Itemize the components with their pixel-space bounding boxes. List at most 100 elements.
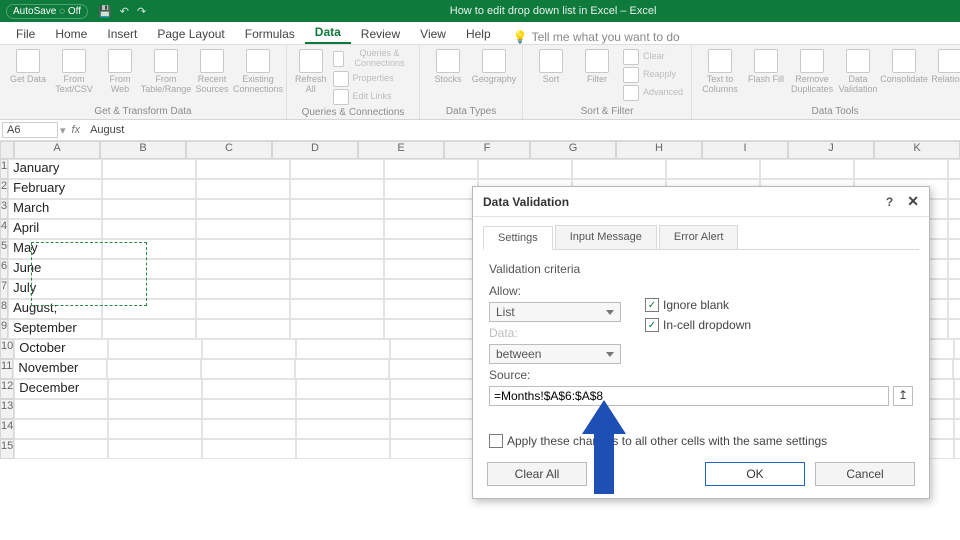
cell[interactable]: [196, 259, 290, 279]
row-header[interactable]: 10: [0, 339, 14, 359]
row-header[interactable]: 1: [0, 159, 8, 179]
cell[interactable]: October: [14, 339, 108, 359]
ignore-blank-checkbox[interactable]: ✓Ignore blank: [645, 298, 751, 312]
cell[interactable]: April: [8, 219, 102, 239]
in-cell-dropdown-checkbox[interactable]: ✓In-cell dropdown: [645, 318, 751, 332]
cell[interactable]: [384, 279, 478, 299]
cell[interactable]: [948, 299, 960, 319]
cell[interactable]: July: [8, 279, 102, 299]
cell[interactable]: [295, 359, 389, 379]
cell[interactable]: [384, 219, 478, 239]
advanced-filter-button[interactable]: Advanced: [623, 85, 683, 101]
tab-file[interactable]: File: [6, 24, 45, 44]
cell[interactable]: [296, 419, 390, 439]
cell[interactable]: [954, 339, 960, 359]
cell[interactable]: [384, 259, 478, 279]
cell[interactable]: [202, 379, 296, 399]
cell[interactable]: [384, 239, 478, 259]
cell[interactable]: [202, 339, 296, 359]
cell[interactable]: [202, 439, 296, 459]
row-header[interactable]: 8: [0, 299, 8, 319]
cell[interactable]: [108, 379, 202, 399]
cell[interactable]: [948, 159, 960, 179]
sort-button[interactable]: Sort: [531, 49, 571, 85]
cell[interactable]: [14, 439, 108, 459]
filter-button[interactable]: Filter: [577, 49, 617, 85]
cell[interactable]: [390, 379, 484, 399]
row-header[interactable]: 3: [0, 199, 8, 219]
clear-filter-button[interactable]: Clear: [623, 49, 683, 65]
tab-page-layout[interactable]: Page Layout: [147, 24, 234, 44]
tab-review[interactable]: Review: [351, 24, 410, 44]
text-to-columns-button[interactable]: Text to Columns: [700, 49, 740, 95]
edit-links-button[interactable]: Edit Links: [333, 89, 412, 105]
col-header[interactable]: I: [702, 141, 788, 159]
cell[interactable]: [390, 439, 484, 459]
row-header[interactable]: 14: [0, 419, 14, 439]
cell[interactable]: [290, 159, 384, 179]
cell[interactable]: [954, 419, 960, 439]
tell-me[interactable]: 💡 Tell me what you want to do: [513, 30, 680, 44]
row-header[interactable]: 6: [0, 259, 8, 279]
cell[interactable]: [196, 319, 290, 339]
cell[interactable]: [390, 419, 484, 439]
cell[interactable]: [290, 319, 384, 339]
cell[interactable]: [948, 239, 960, 259]
cell[interactable]: [102, 159, 196, 179]
from-table-range-button[interactable]: From Table/Range: [146, 49, 186, 95]
cell[interactable]: [384, 319, 478, 339]
row-header[interactable]: 15: [0, 439, 14, 459]
select-all-corner[interactable]: [0, 141, 14, 159]
apply-all-checkbox[interactable]: Apply these changes to all other cells w…: [489, 434, 913, 448]
col-header[interactable]: J: [788, 141, 874, 159]
cell[interactable]: [201, 359, 295, 379]
cell[interactable]: [948, 319, 960, 339]
cell[interactable]: [102, 179, 196, 199]
row-header[interactable]: 7: [0, 279, 8, 299]
cell[interactable]: August;: [8, 299, 102, 319]
formula-input[interactable]: August: [86, 124, 960, 136]
cell[interactable]: [954, 439, 960, 459]
consolidate-button[interactable]: Consolidate: [884, 49, 924, 85]
cell[interactable]: [102, 199, 196, 219]
tab-data[interactable]: Data: [305, 22, 351, 44]
cell[interactable]: May: [8, 239, 102, 259]
cell[interactable]: [108, 399, 202, 419]
cell[interactable]: [760, 159, 854, 179]
cell[interactable]: [290, 239, 384, 259]
cell[interactable]: [390, 399, 484, 419]
get-data-button[interactable]: Get Data: [8, 49, 48, 85]
col-header[interactable]: E: [358, 141, 444, 159]
cell[interactable]: [107, 359, 201, 379]
cell[interactable]: December: [14, 379, 108, 399]
cell[interactable]: [290, 279, 384, 299]
row-header[interactable]: 5: [0, 239, 8, 259]
cell[interactable]: [953, 359, 960, 379]
recent-sources-button[interactable]: Recent Sources: [192, 49, 232, 95]
cell[interactable]: [102, 239, 196, 259]
cell[interactable]: June: [8, 259, 102, 279]
row-header[interactable]: 12: [0, 379, 14, 399]
fx-icon[interactable]: fx: [72, 124, 81, 136]
cell[interactable]: [572, 159, 666, 179]
cell[interactable]: [14, 399, 108, 419]
from-text-csv-button[interactable]: From Text/CSV: [54, 49, 94, 95]
cell[interactable]: [102, 279, 196, 299]
source-input[interactable]: [489, 386, 889, 406]
relations-button[interactable]: Relations: [930, 49, 960, 85]
cell[interactable]: March: [8, 199, 102, 219]
tab-settings[interactable]: Settings: [483, 226, 553, 250]
cell[interactable]: [666, 159, 760, 179]
cell[interactable]: November: [13, 359, 107, 379]
cell[interactable]: [948, 219, 960, 239]
row-header[interactable]: 4: [0, 219, 8, 239]
tab-formulas[interactable]: Formulas: [235, 24, 305, 44]
cell[interactable]: [102, 219, 196, 239]
cell[interactable]: [108, 439, 202, 459]
cell[interactable]: [384, 299, 478, 319]
tab-view[interactable]: View: [410, 24, 456, 44]
tab-home[interactable]: Home: [45, 24, 97, 44]
reapply-button[interactable]: Reapply: [623, 67, 683, 83]
cell[interactable]: [954, 379, 960, 399]
dropdown-icon[interactable]: ▾: [60, 124, 66, 137]
